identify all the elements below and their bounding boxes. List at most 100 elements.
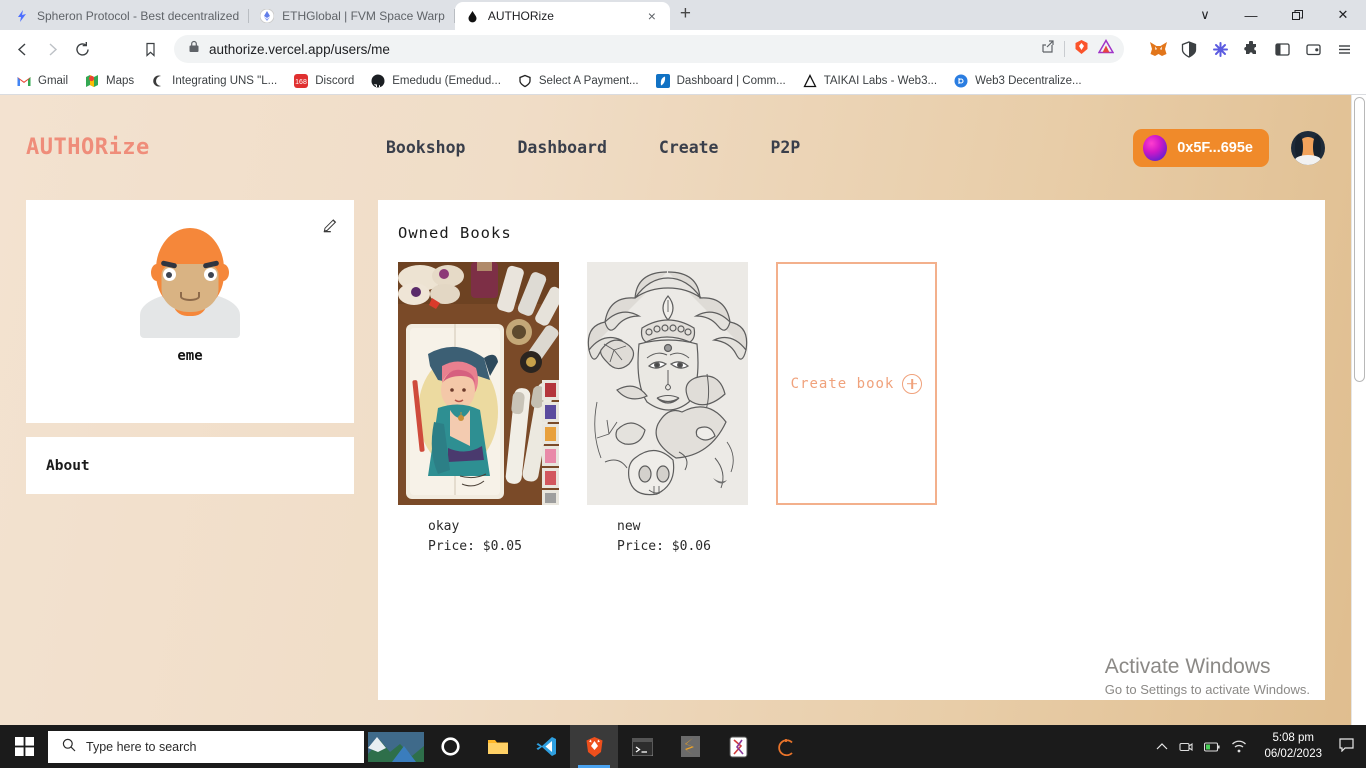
close-icon[interactable]: ×	[644, 9, 660, 23]
ethglobal-icon	[259, 8, 275, 24]
profile-card: eme	[26, 200, 354, 423]
notification-icon[interactable]	[1339, 738, 1358, 755]
book-title: okay	[428, 519, 460, 534]
search-input[interactable]: Type here to search	[48, 730, 364, 763]
terminal-icon[interactable]	[618, 725, 666, 768]
create-book-button[interactable]: Create book	[776, 262, 937, 505]
windows-start-icon[interactable]	[0, 725, 48, 768]
web3-icon	[953, 73, 969, 89]
chevron-up-icon[interactable]	[1156, 742, 1168, 751]
metamask-fox-icon[interactable]	[1144, 35, 1172, 63]
bookmark-label: Gmail	[38, 75, 69, 87]
spheron-icon	[14, 8, 30, 24]
page-content: eme About Owned Books okay Price: $0.05 …	[0, 200, 1351, 700]
new-tab-button[interactable]: +	[670, 4, 701, 26]
sublime-text-icon[interactable]	[666, 725, 714, 768]
browser-tab[interactable]: Spheron Protocol - Best decentralized	[4, 2, 250, 30]
bookmark-item[interactable]: Maps	[76, 70, 142, 92]
url-text[interactable]: authorize.vercel.app/users/me	[209, 42, 1031, 57]
bookmark-label: Discord	[315, 75, 355, 87]
owned-books-panel: Owned Books okay Price: $0.05 new Price:…	[378, 200, 1325, 700]
create-book-label: Create book	[790, 375, 895, 392]
cortana-icon[interactable]	[426, 725, 474, 768]
watercolor-witch-cover[interactable]	[398, 262, 559, 505]
browser-tab[interactable]: ETHGlobal | FVM Space Warp	[249, 2, 455, 30]
browser-window: Spheron Protocol - Best decentralized ET…	[0, 0, 1366, 725]
camera-icon[interactable]	[1179, 740, 1193, 753]
clock-time: 5:08 pm	[1272, 731, 1314, 744]
wallet-button[interactable]: 0x5F...695e	[1133, 128, 1269, 167]
bookmark-label: Integrating UNS "L...	[172, 75, 278, 87]
minimize-button[interactable]: —	[1228, 0, 1274, 30]
pencil-edit-icon[interactable]	[320, 214, 340, 234]
bookmark-label: Web3 Decentralize...	[975, 75, 1082, 87]
book-price: Price: $0.05	[428, 539, 522, 555]
vscode-icon[interactable]	[522, 725, 570, 768]
page-scrollbar[interactable]	[1351, 95, 1366, 725]
main-nav: Bookshop Dashboard Create P2P	[386, 138, 800, 157]
menu-icon[interactable]	[1330, 35, 1358, 63]
bookmark-label: Maps	[106, 75, 135, 87]
tab-search-button[interactable]: ∨	[1182, 0, 1228, 30]
address-bar[interactable]: authorize.vercel.app/users/me	[174, 35, 1124, 63]
pencil-sketch-buddha-cover[interactable]	[587, 262, 748, 505]
reload-icon[interactable]	[68, 35, 96, 63]
app-header: AUTHORize Bookshop Dashboard Create P2P …	[0, 95, 1351, 200]
app-logo[interactable]: AUTHORize	[26, 135, 386, 160]
search-icon	[62, 738, 76, 755]
close-button[interactable]: ✕	[1320, 0, 1366, 30]
lock-icon	[188, 40, 200, 58]
about-card[interactable]: About	[26, 437, 354, 494]
taskbar-clock[interactable]: 5:08 pm 06/02/2023	[1258, 731, 1328, 762]
bookmark-label: Emedudu (Emedud...	[392, 75, 501, 87]
share-icon[interactable]	[1040, 39, 1055, 59]
bookmark-item[interactable]: 168 Discord	[285, 70, 362, 92]
sidebar-icon[interactable]	[1268, 35, 1296, 63]
bookmark-item[interactable]: Web3 Decentralize...	[945, 70, 1090, 92]
nav-item-create[interactable]: Create	[659, 138, 719, 157]
brave-rewards-icon[interactable]	[1074, 39, 1089, 60]
brave-shields-triangle-icon[interactable]	[1097, 39, 1115, 59]
books-grid: okay Price: $0.05 new Price: $0.06 Creat…	[398, 262, 1325, 557]
book-card[interactable]: new Price: $0.06	[587, 262, 748, 557]
nav-item-bookshop[interactable]: Bookshop	[386, 138, 465, 157]
browser-tab-active[interactable]: AUTHORize ×	[454, 2, 670, 30]
bookmark-item[interactable]: Dashboard | Comm...	[647, 70, 794, 92]
maps-icon	[84, 73, 100, 89]
bookmark-manager-icon[interactable]	[136, 35, 164, 63]
authorize-icon	[465, 8, 481, 24]
nav-item-p2p[interactable]: P2P	[771, 138, 801, 157]
forward-icon[interactable]	[38, 35, 66, 63]
wallet-icon[interactable]	[1299, 35, 1327, 63]
browser-toolbar: authorize.vercel.app/users/me	[0, 30, 1366, 68]
nav-item-dashboard[interactable]: Dashboard	[517, 138, 606, 157]
dashboard-icon	[655, 73, 671, 89]
bookmark-item[interactable]: Select A Payment...	[509, 70, 647, 92]
taskbar-apps	[366, 725, 810, 768]
scrollbar-thumb[interactable]	[1354, 97, 1365, 382]
book-card[interactable]: okay Price: $0.05	[398, 262, 559, 557]
divider	[1064, 41, 1065, 57]
user-avatar-icon[interactable]	[1291, 130, 1325, 165]
loading-spinner-icon[interactable]	[762, 725, 810, 768]
puzzle-icon[interactable]	[1237, 35, 1265, 63]
tab-title: Spheron Protocol - Best decentralized	[37, 9, 240, 23]
page-viewport: AUTHORize Bookshop Dashboard Create P2P …	[0, 95, 1366, 725]
brave-browser-icon[interactable]	[570, 725, 618, 768]
tab-title: ETHGlobal | FVM Space Warp	[282, 9, 445, 23]
bookmark-item[interactable]: Gmail	[8, 70, 76, 92]
brave-shield-icon[interactable]	[1175, 35, 1203, 63]
asterisk-icon[interactable]	[1206, 35, 1234, 63]
battery-icon[interactable]	[1204, 741, 1221, 753]
bookmark-item[interactable]: Integrating UNS "L...	[142, 70, 285, 92]
header-right: 0x5F...695e	[1133, 128, 1325, 167]
maximize-button[interactable]	[1274, 0, 1320, 30]
bookmark-item[interactable]: Emedudu (Emedud...	[362, 70, 509, 92]
bookmark-item[interactable]: TAIKAI Labs - Web3...	[794, 70, 945, 92]
wifi-icon[interactable]	[1231, 740, 1247, 753]
bookmarks-bar: Gmail Maps Integrating UNS "L... 168 Dis…	[0, 68, 1366, 95]
task-view-icon[interactable]	[366, 725, 426, 768]
file-explorer-icon[interactable]	[474, 725, 522, 768]
back-icon[interactable]	[8, 35, 36, 63]
keepass-icon[interactable]	[714, 725, 762, 768]
